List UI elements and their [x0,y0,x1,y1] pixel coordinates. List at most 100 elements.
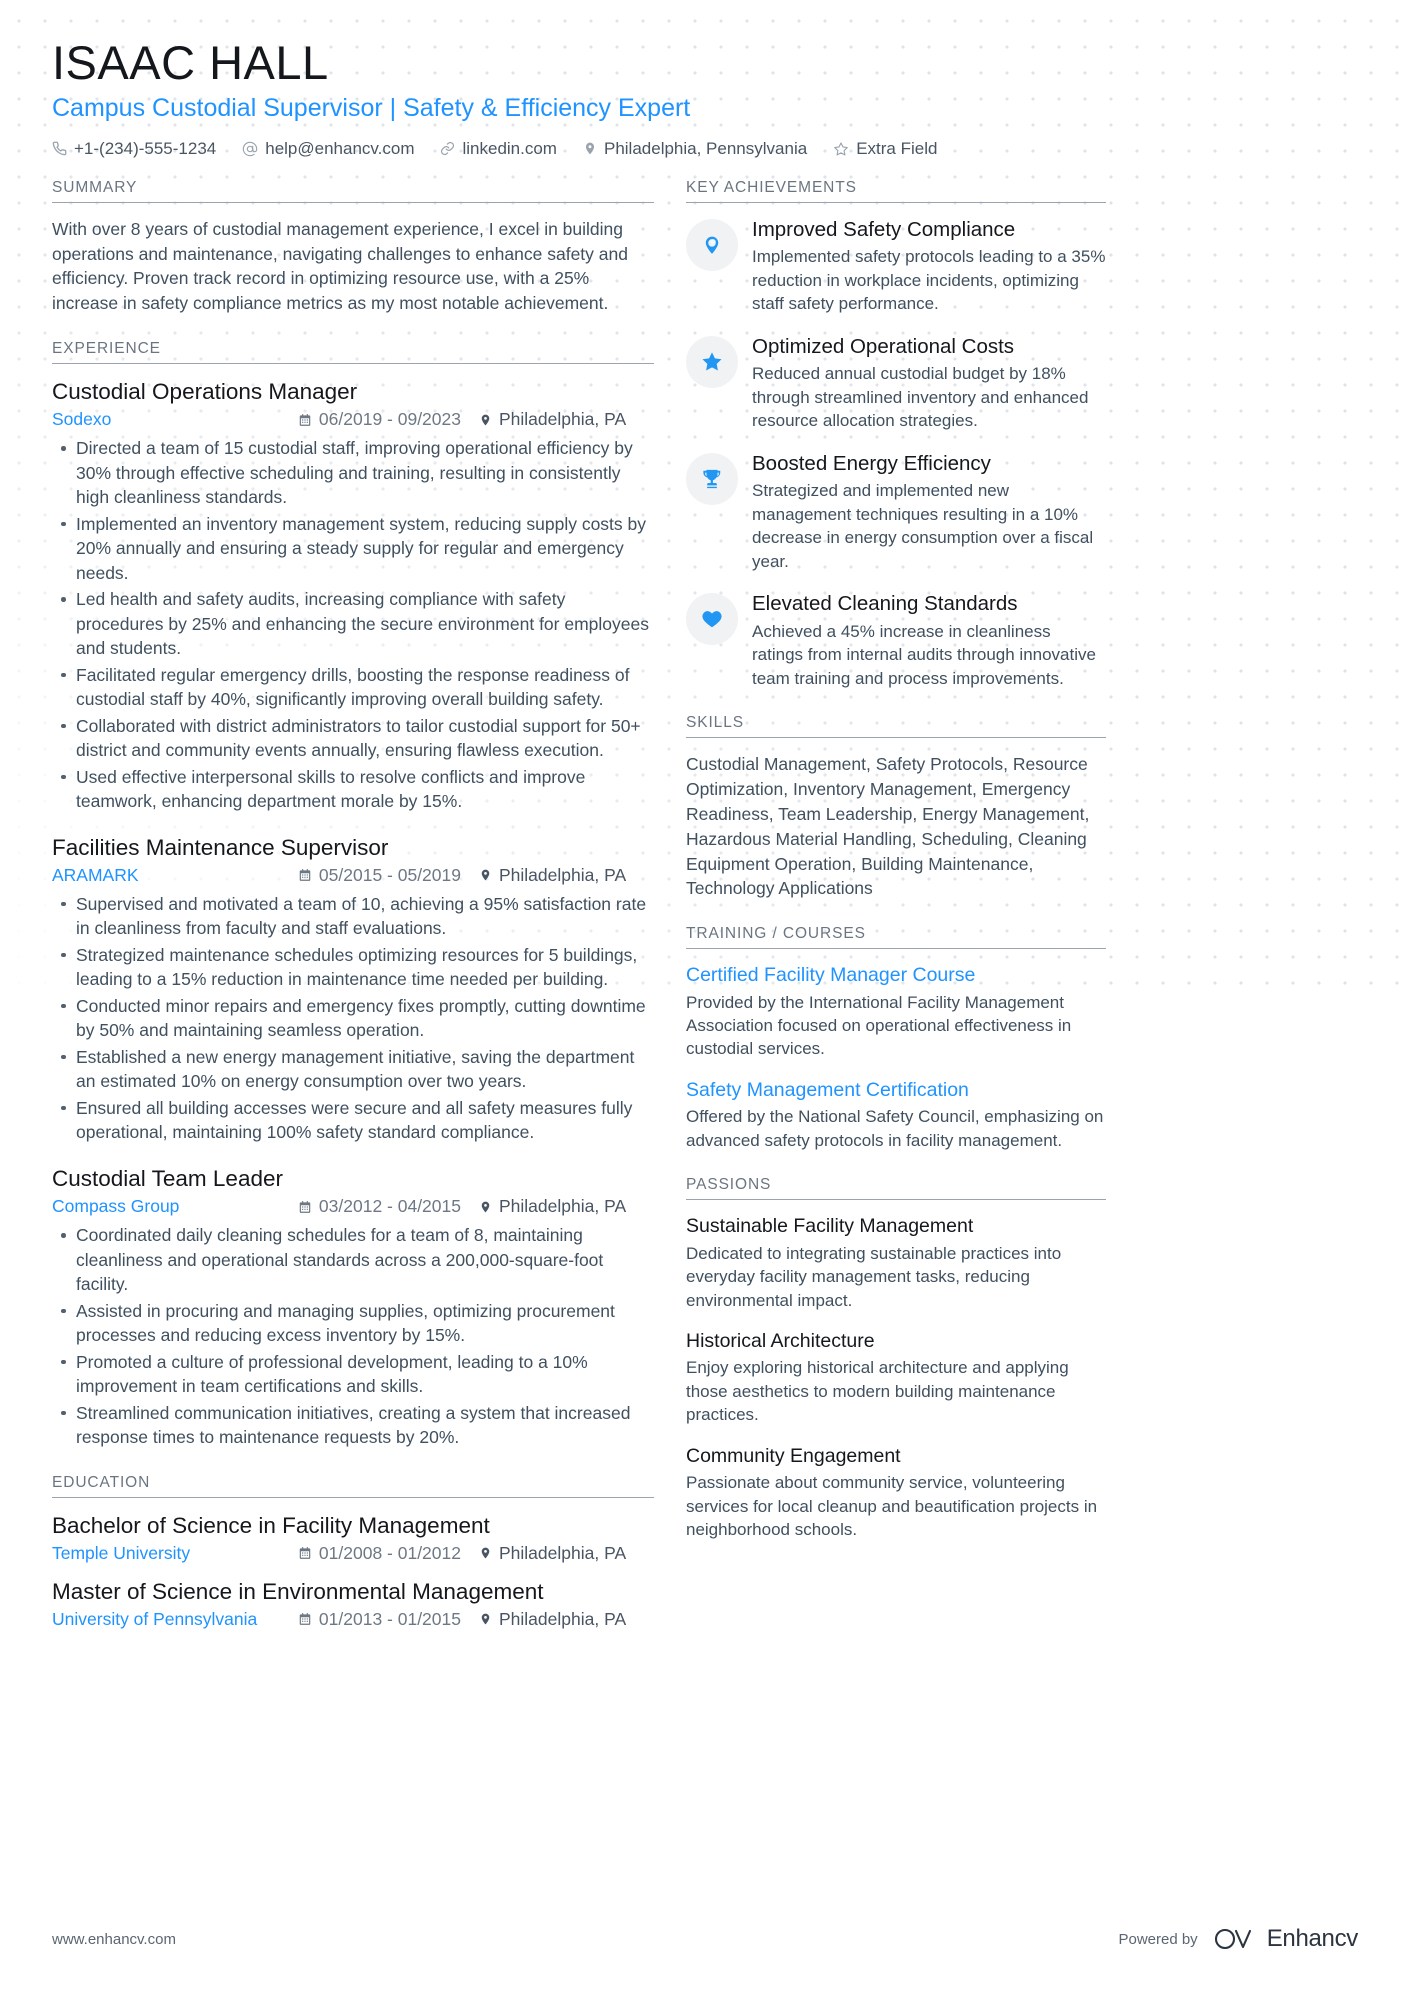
resume-header: ISAAC HALL Campus Custodial Supervisor |… [52,36,1358,159]
contact-phone-text: +1-(234)-555-1234 [74,138,217,158]
education-location-text: Philadelphia, PA [499,1542,627,1563]
job-dates-text: 05/2015 - 05/2019 [318,864,461,885]
achievement-title: Boosted Energy Efficiency [752,451,991,475]
job-bullet: Coordinated daily cleaning schedules for… [61,1223,654,1297]
job-bullet: Strategized maintenance schedules optimi… [61,943,654,992]
section-title-skills: SKILLS [686,714,1106,739]
degree-title: Bachelor of Science in Facility Manageme… [52,1512,490,1538]
job-bullet: Facilitated regular emergency drills, bo… [61,663,654,712]
education-location: Philadelphia, PA [479,1609,654,1630]
education-entry: Bachelor of Science in Facility Manageme… [52,1512,654,1564]
location-pin-icon [583,140,597,157]
job-bullet: Led health and safety audits, increasing… [61,587,654,661]
section-training-courses: TRAINING / COURSES Certified Facility Ma… [686,925,1106,1152]
section-key-achievements: KEY ACHIEVEMENTS Improved Safety Complia… [686,179,1106,690]
passion-description: Enjoy exploring historical architecture … [686,1358,1069,1425]
training-title[interactable]: Certified Facility Manager Course [686,963,1106,987]
calendar-icon [298,413,312,427]
education-entry: Master of Science in Environmental Manag… [52,1578,654,1630]
content-columns: SUMMARY With over 8 years of custodial m… [52,179,1358,1654]
contact-email[interactable]: help@enhancv.com [242,139,414,159]
calendar-icon [298,868,312,882]
training-description: Offered by the National Safety Council, … [686,1107,1104,1150]
location-pin-icon [479,867,492,883]
school-name[interactable]: Temple University [52,1543,190,1564]
job-bullet: Conducted minor repairs and emergency fi… [61,994,654,1043]
job-location-text: Philadelphia, PA [499,1196,627,1216]
section-skills: SKILLS Custodial Management, Safety Prot… [686,714,1106,901]
job-meta: ARAMARK 05/2015 - 05/2019 Philadelphia, [52,865,654,886]
at-sign-icon [242,141,258,157]
section-education: EDUCATION Bachelor of Science in Facilit… [52,1474,654,1630]
section-title-education: EDUCATION [52,1474,654,1498]
job-company[interactable]: Compass Group [52,1196,179,1217]
job-company[interactable]: Sodexo [52,409,111,430]
job-company[interactable]: ARAMARK [52,865,139,886]
footer-branding: Powered by Enhancv [1118,1925,1358,1953]
achievement-body: Improved Safety Compliance Implemented s… [752,217,1106,316]
achievement-item: Elevated Cleaning Standards Achieved a 4… [686,591,1106,690]
candidate-name: ISAAC HALL [52,36,329,89]
achievement-body: Elevated Cleaning Standards Achieved a 4… [752,591,1106,690]
section-title-training-courses: TRAINING / COURSES [686,925,1106,950]
education-dates: 01/2013 - 01/2015 [298,1609,461,1630]
section-experience: EXPERIENCE Custodial Operations Manager … [52,340,654,1449]
calendar-icon [298,1200,312,1214]
passion-item: Sustainable Facility Management Dedicate… [686,1214,1106,1312]
job-bullet: Established a new energy management init… [61,1045,654,1094]
achievement-icon-badge [686,335,738,388]
job-bullet: Implemented an inventory management syst… [61,512,654,586]
education-dates: 01/2008 - 01/2012 [298,1543,461,1564]
passion-description: Dedicated to integrating sustainable pra… [686,1243,1062,1310]
job-title: Custodial Operations Manager [52,379,358,405]
contact-extra-field[interactable]: Extra Field [833,139,937,159]
degree-title: Master of Science in Environmental Manag… [52,1578,544,1604]
job-dates: 06/2019 - 09/2023 [298,409,461,430]
enhancv-mark-icon [1212,1925,1258,1953]
location-pin-icon [479,1545,492,1561]
achievement-icon-badge [686,593,738,646]
calendar-icon [298,1612,312,1626]
achievement-icon-badge [686,218,738,271]
job-dates: 03/2012 - 04/2015 [298,1196,461,1217]
page-footer: www.enhancv.com Powered by Enhancv [52,1925,1358,1953]
contact-location[interactable]: Philadelphia, Pennsylvania [583,139,807,159]
section-title-passions: PASSIONS [686,1176,1106,1201]
section-passions: PASSIONS Sustainable Facility Management… [686,1176,1106,1541]
job-location: Philadelphia, PA [479,1196,654,1217]
star-outline-icon [833,141,849,157]
location-pin-icon [479,412,492,428]
passion-description: Passionate about community service, volu… [686,1473,1098,1539]
section-title-summary: SUMMARY [52,179,654,203]
job-bullet: Ensured all building accesses were secur… [61,1096,654,1145]
job-bullet: Used effective interpersonal skills to r… [61,765,654,814]
achievement-description: Strategized and implemented new manageme… [752,481,1094,571]
education-meta: Temple University 01/2008 - 01/2012 Phil… [52,1543,654,1564]
passion-title: Historical Architecture [686,1329,875,1352]
contact-email-text: help@enhancv.com [265,138,415,158]
education-dates-text: 01/2013 - 01/2015 [318,1608,461,1629]
contact-linkedin[interactable]: linkedin.com [440,139,557,159]
achievement-icon-badge [686,452,738,505]
job-bullet: Collaborated with district administrator… [61,714,654,763]
summary-text: With over 8 years of custodial managemen… [52,218,628,314]
job-title: Custodial Team Leader [52,1165,283,1191]
passion-title: Sustainable Facility Management [686,1215,974,1238]
school-name[interactable]: University of Pennsylvania [52,1609,257,1630]
education-location-text: Philadelphia, PA [499,1608,627,1629]
training-item: Safety Management Certification Offered … [686,1078,1106,1152]
education-location: Philadelphia, PA [479,1543,654,1564]
training-title[interactable]: Safety Management Certification [686,1078,1106,1102]
job-dates-text: 03/2012 - 04/2015 [318,1196,461,1216]
achievement-body: Boosted Energy Efficiency Strategized an… [752,451,1106,573]
left-column: SUMMARY With over 8 years of custodial m… [52,179,654,1654]
contact-phone[interactable]: +1-(234)-555-1234 [52,139,216,159]
enhancv-wordmark: Enhancv [1266,1925,1359,1952]
achievement-description: Implemented safety protocols leading to … [752,247,1106,314]
footer-website-url[interactable]: www.enhancv.com [52,1931,176,1948]
job-bullets: Supervised and motivated a team of 10, a… [52,892,654,1145]
job-dates: 05/2015 - 05/2019 [298,865,461,886]
skills-text: Custodial Management, Safety Protocols, … [686,754,1090,899]
education-dates-text: 01/2008 - 01/2012 [318,1542,461,1563]
section-summary: SUMMARY With over 8 years of custodial m… [52,179,654,316]
